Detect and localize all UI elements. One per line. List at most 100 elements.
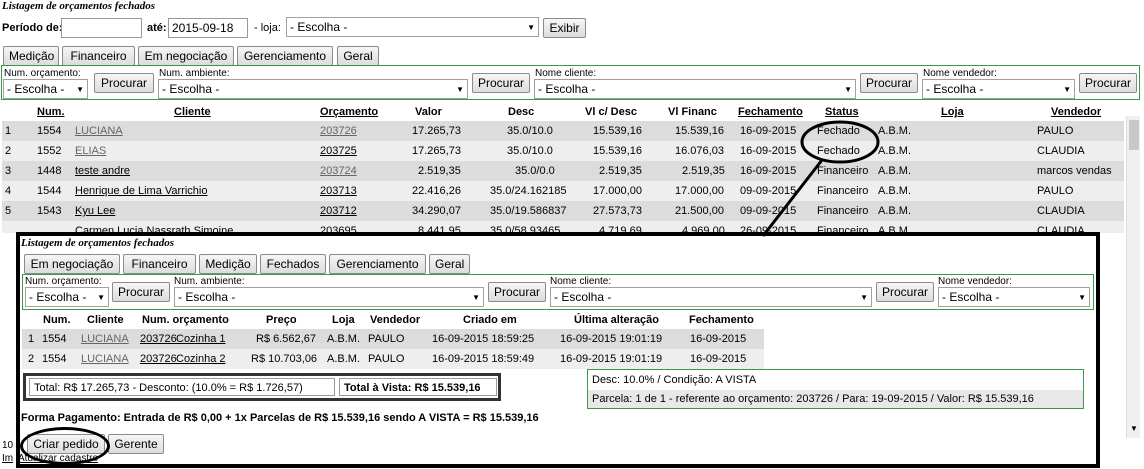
row-loja: A.B.M. <box>878 145 912 157</box>
overlay-table-row[interactable]: 2 1554 LUCIANA 203726 Cozinha 2 R$ 10.70… <box>22 349 764 369</box>
row-fechamento: 16-09-2015 <box>740 145 797 157</box>
header-loja[interactable]: Loja <box>941 106 964 118</box>
search-num-button[interactable]: Procurar <box>94 73 154 93</box>
row-status: Financeiro <box>817 205 869 217</box>
overlay-table-row[interactable]: 1 1554 LUCIANA 203726 Cozinha 1 R$ 6.562… <box>22 329 764 349</box>
header-cliente[interactable]: Cliente <box>174 106 211 118</box>
search-amb-button[interactable]: Procurar <box>472 73 530 93</box>
overlay-amb-label: Num. ambiente: <box>174 276 245 287</box>
header-valor: Valor <box>415 106 442 118</box>
overlay-amb-select[interactable]: - Escolha - <box>174 287 484 307</box>
overlay-client-select[interactable]: - Escolha - <box>550 287 872 307</box>
overlay-seller-label: Nome vendedor: <box>938 276 1012 287</box>
store-select[interactable]: - Escolha - <box>286 17 539 37</box>
row-vlc: 2.519,35 <box>599 165 642 177</box>
overlay-header-preco: Preço <box>266 314 297 326</box>
overlay-tab-medicao[interactable]: Medição <box>199 254 257 274</box>
row-vlf: 16.076,03 <box>675 145 724 157</box>
overlay-tab-fechados[interactable]: Fechados <box>260 254 326 274</box>
row-index: 2 <box>28 353 35 365</box>
row-cliente-link[interactable]: teste andre <box>75 165 130 177</box>
row-desc: 35.0/10.0 <box>507 145 553 157</box>
row-status: Financeiro <box>817 185 869 197</box>
seller-select[interactable]: - Escolha - <box>922 79 1075 99</box>
row-vlf: 15.539,16 <box>675 125 724 137</box>
row-valor: 34.290,07 <box>412 205 461 217</box>
header-vendedor[interactable]: Vendedor <box>1051 106 1101 118</box>
overlay-header-fechamento: Fechamento <box>689 314 754 326</box>
period-from-input[interactable] <box>61 18 142 38</box>
row-num: 1554 <box>42 333 67 345</box>
row-vendedor: PAULO <box>368 333 405 345</box>
table-scrollbar[interactable]: ▼ <box>1126 116 1140 438</box>
scroll-down-icon[interactable]: ▼ <box>1130 424 1138 433</box>
search-client-button[interactable]: Procurar <box>860 73 918 93</box>
tab-em-negociacao[interactable]: Em negociação <box>138 46 234 66</box>
header-status[interactable]: Status <box>825 106 859 118</box>
update-register-link[interactable]: Atualizar cadastro <box>18 453 98 464</box>
table-row[interactable]: 3 1448 teste andre 203724 2.519,35 35.0/… <box>2 161 1124 181</box>
gerente-button[interactable]: Gerente <box>108 434 164 454</box>
row-cliente-link[interactable]: Kyu Lee <box>75 205 115 217</box>
row-cliente-link[interactable]: LUCIANA <box>81 353 129 365</box>
row-status: Fechado <box>817 145 860 157</box>
num-ambiente-select[interactable]: - Escolha - <box>158 79 468 99</box>
overlay-num-select[interactable]: - Escolha - <box>25 287 109 307</box>
row-fechamento: 09-09-2015 <box>740 205 797 217</box>
overlay-seller-select[interactable]: - Escolha - <box>938 287 1090 307</box>
table-row[interactable]: 5 1543 Kyu Lee 203712 34.290,07 35.0/19.… <box>2 201 1124 221</box>
seller-label: Nome vendedor: <box>923 68 997 79</box>
tab-medicao[interactable]: Medição <box>3 46 59 66</box>
row-orcamento-link[interactable]: 203712 <box>320 205 357 217</box>
row-orcamento-link[interactable]: 203724 <box>320 165 357 177</box>
row-desc: 35.0/24.162185 <box>490 185 567 197</box>
overlay-title: Listagem de orçamentos fechados <box>21 237 175 249</box>
table-row[interactable]: 4 1544 Henrique de Lima Varrichio 203713… <box>2 181 1124 201</box>
header-fechamento[interactable]: Fechamento <box>738 106 803 118</box>
row-orcamento-link[interactable]: 203726 <box>140 333 177 345</box>
row-cliente-link[interactable]: LUCIANA <box>81 333 129 345</box>
tab-geral[interactable]: Geral <box>337 46 379 66</box>
row-valor: 17.265,73 <box>412 145 461 157</box>
show-button[interactable]: Exibir <box>543 18 586 38</box>
row-cliente-link[interactable]: LUCIANA <box>75 125 123 137</box>
client-select[interactable]: - Escolha - <box>534 79 856 99</box>
overlay-search-amb-button[interactable]: Procurar <box>488 282 546 302</box>
row-cliente-link[interactable]: Henrique de Lima Varrichio <box>75 185 207 197</box>
overlay-tab-financeiro[interactable]: Financeiro <box>123 254 196 274</box>
overlay-client-label: Nome cliente: <box>550 276 612 287</box>
payment-condition-box: Desc: 10.0% / Condição: A VISTA Parcela:… <box>587 369 1084 409</box>
row-preco: R$ 10.703,06 <box>251 353 318 365</box>
overlay-search-client-button[interactable]: Procurar <box>876 282 934 302</box>
row-ambiente-link[interactable]: Cozinha 2 <box>176 353 226 365</box>
row-loja: A.B.M. <box>878 165 912 177</box>
overlay-tab-geral[interactable]: Geral <box>429 254 470 274</box>
row-loja: A.B.M. <box>327 333 361 345</box>
table-row[interactable]: 1 1554 LUCIANA 203726 17.265,73 35.0/10.… <box>2 121 1124 141</box>
header-orcamento[interactable]: Orçamento <box>320 106 378 118</box>
row-cliente-link[interactable]: ELIAS <box>75 145 106 157</box>
overlay-header-loja: Loja <box>332 314 355 326</box>
row-ambiente-link[interactable]: Cozinha 1 <box>176 333 226 345</box>
row-orcamento-link[interactable]: 203713 <box>320 185 357 197</box>
header-num[interactable]: Num. <box>37 106 65 118</box>
row-orcamento-link[interactable]: 203726 <box>320 125 357 137</box>
scrollbar-thumb[interactable] <box>1129 120 1139 150</box>
row-preco: R$ 6.562,67 <box>256 333 316 345</box>
tab-gerenciamento[interactable]: Gerenciamento <box>237 46 333 66</box>
num-orcamento-select[interactable]: - Escolha - <box>3 79 88 99</box>
overlay-tab-gerenciamento[interactable]: Gerenciamento <box>329 254 426 274</box>
table-row[interactable]: 2 1552 ELIAS 203725 17.265,73 35.0/10.0 … <box>2 141 1124 161</box>
overlay-tab-em-negociacao[interactable]: Em negociação <box>24 254 120 274</box>
row-orcamento-link[interactable]: 203725 <box>320 145 357 157</box>
overlay-header-cliente: Cliente <box>87 314 124 326</box>
header-vlf: Vl Financ <box>668 106 717 118</box>
search-seller-button[interactable]: Procurar <box>1079 73 1137 93</box>
overlay-header-criado: Criado em <box>463 314 517 326</box>
row-orcamento-link[interactable]: 203726 <box>140 353 177 365</box>
period-to-input[interactable]: 2015-09-18 <box>168 18 248 38</box>
overlay-search-num-button[interactable]: Procurar <box>112 282 170 302</box>
row-vlf: 2.519,35 <box>682 165 725 177</box>
link-fragment[interactable]: Im <box>2 453 13 464</box>
tab-financeiro[interactable]: Financeiro <box>62 46 135 66</box>
